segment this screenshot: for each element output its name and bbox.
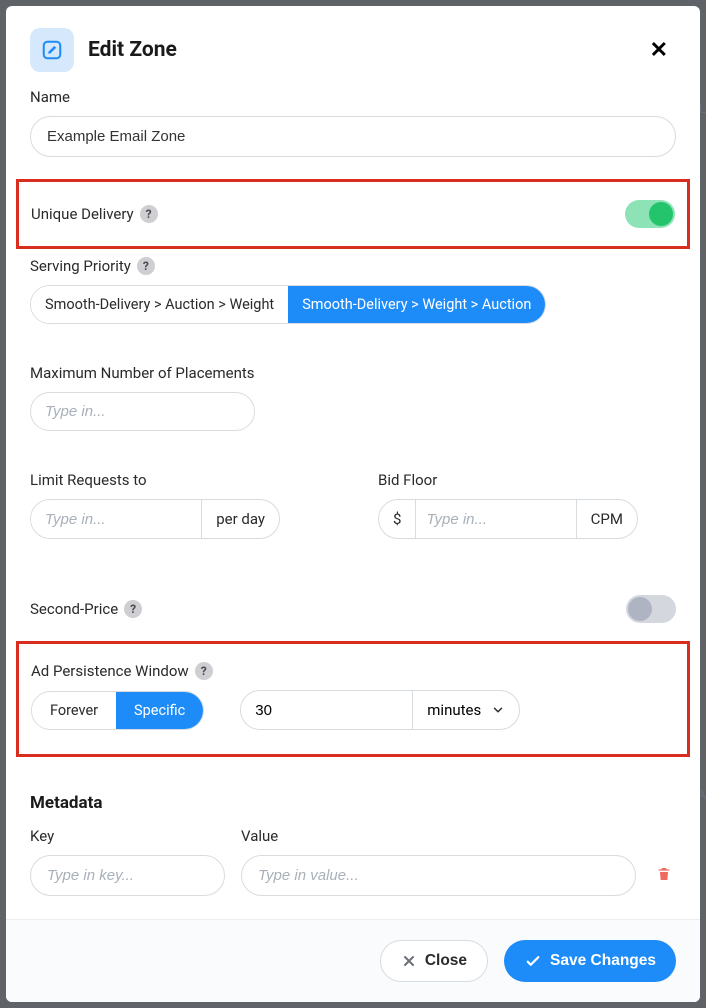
- name-input[interactable]: [30, 116, 676, 157]
- ad-persistence-mode-group: Forever Specific: [31, 691, 204, 730]
- limit-requests-label: Limit Requests to: [30, 471, 328, 489]
- ad-persistence-highlight: Ad Persistence Window ? Forever Specific…: [16, 641, 690, 757]
- save-changes-label: Save Changes: [550, 952, 656, 970]
- bid-floor-input[interactable]: [416, 500, 575, 538]
- help-icon[interactable]: ?: [195, 662, 213, 680]
- edit-icon: [30, 28, 74, 72]
- ad-persistence-duration-group: minutes: [240, 690, 520, 730]
- serving-priority-option-1[interactable]: Smooth-Delivery > Weight > Auction: [288, 286, 545, 323]
- bid-floor-group: $ CPM: [378, 499, 638, 539]
- chevron-down-icon: [491, 703, 505, 717]
- modal-title: Edit Zone: [88, 38, 642, 62]
- max-placements-input[interactable]: [30, 392, 255, 431]
- ad-persistence-mode-forever[interactable]: Forever: [32, 692, 116, 729]
- metadata-value-label: Value: [241, 827, 638, 845]
- serving-priority-label: Serving Priority: [30, 257, 131, 275]
- close-icon: [401, 953, 417, 969]
- help-icon[interactable]: ?: [140, 205, 158, 223]
- ad-persistence-mode-specific[interactable]: Specific: [116, 692, 203, 729]
- second-price-label: Second-Price: [30, 600, 118, 618]
- trash-icon[interactable]: [652, 861, 676, 891]
- unique-delivery-toggle[interactable]: [625, 200, 675, 228]
- ad-persistence-label: Ad Persistence Window: [31, 662, 189, 680]
- bid-floor-prefix: $: [379, 500, 416, 538]
- save-changes-button[interactable]: Save Changes: [504, 940, 676, 982]
- serving-priority-option-0[interactable]: Smooth-Delivery > Auction > Weight: [31, 286, 288, 323]
- close-button-label: Close: [425, 952, 467, 970]
- check-icon: [524, 952, 542, 970]
- modal-body: Name Unique Delivery ? Serving Priority …: [6, 82, 700, 919]
- limit-requests-suffix: per day: [201, 500, 279, 538]
- close-icon[interactable]: ✕: [642, 34, 676, 67]
- modal-footer: Close Save Changes: [6, 919, 700, 1002]
- unique-delivery-highlight: Unique Delivery ?: [16, 179, 690, 249]
- bid-floor-label: Bid Floor: [378, 471, 676, 489]
- metadata-key-input[interactable]: [30, 855, 225, 896]
- limit-requests-group: per day: [30, 499, 280, 539]
- help-icon[interactable]: ?: [124, 600, 142, 618]
- metadata-value-input[interactable]: [241, 855, 636, 896]
- unique-delivery-label: Unique Delivery: [31, 205, 134, 223]
- serving-priority-group: Smooth-Delivery > Auction > Weight Smoot…: [30, 285, 546, 324]
- bid-floor-suffix: CPM: [576, 500, 637, 538]
- close-button[interactable]: Close: [380, 940, 488, 982]
- ad-persistence-value-input[interactable]: [241, 691, 412, 729]
- max-placements-label: Maximum Number of Placements: [30, 364, 676, 382]
- metadata-key-label: Key: [30, 827, 225, 845]
- limit-requests-input[interactable]: [31, 500, 201, 538]
- metadata-heading: Metadata: [30, 793, 676, 813]
- ad-persistence-unit-label: minutes: [427, 701, 481, 719]
- ad-persistence-unit-select[interactable]: minutes: [412, 691, 519, 729]
- edit-zone-modal: Edit Zone ✕ Name Unique Delivery ? Servi…: [6, 6, 700, 1002]
- metadata-row: [30, 855, 676, 896]
- modal-header: Edit Zone ✕: [6, 6, 700, 82]
- help-icon[interactable]: ?: [137, 257, 155, 275]
- name-label: Name: [30, 88, 676, 106]
- second-price-toggle[interactable]: [626, 595, 676, 623]
